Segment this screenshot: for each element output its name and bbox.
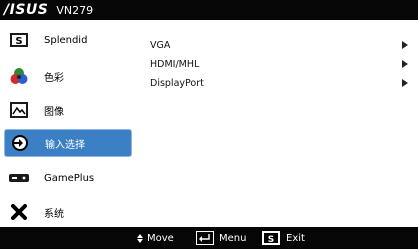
sidebar: S Splendid 色彩 图像 输入选择 GamePlus 系统 [0,20,134,227]
system-tools-icon [8,201,30,223]
option-vga[interactable]: VGA [150,36,410,54]
osd-menu: /ISUS VN279 S Splendid 色彩 图像 输入选择 GamePl… [0,0,418,249]
model-name: VN279 [56,3,94,17]
sidebar-item-system[interactable]: 系统 [8,198,132,226]
sidebar-item-input-select[interactable]: 输入选择 [4,129,132,157]
splendid-s-icon: S [8,29,30,51]
sidebar-item-label: 色彩 [44,72,64,84]
sidebar-item-label: GamePlus [44,172,95,184]
options-panel: VGA HDMI/MHL DisplayPort [136,20,418,227]
up-down-arrows-icon [137,233,143,243]
osd-header: /ISUS VN279 [0,0,418,20]
svg-text:S: S [268,235,274,245]
sidebar-item-label: 图像 [44,106,64,118]
sidebar-item-gameplus[interactable]: GamePlus [8,164,132,192]
option-label: VGA [150,39,171,51]
menu-label: Menu [219,232,247,244]
color-icon [8,65,30,87]
image-icon [8,99,30,121]
splendid-s-icon: S [262,231,280,245]
menu-hint[interactable]: Menu [196,227,246,249]
option-label: HDMI/MHL [150,58,200,70]
option-hdmi-mhl[interactable]: HDMI/MHL [150,55,410,73]
move-hint[interactable]: Move [137,227,174,249]
sidebar-item-splendid[interactable]: S Splendid [8,26,132,54]
chevron-right-icon [402,41,408,49]
sidebar-item-label: 系统 [44,208,64,220]
sidebar-item-label: 输入选择 [45,139,85,151]
svg-text:S: S [15,36,22,47]
enter-key-icon [196,231,214,245]
sidebar-item-color[interactable]: 色彩 [8,62,132,90]
sidebar-item-label: Splendid [44,34,88,46]
option-displayport[interactable]: DisplayPort [150,74,410,92]
gameplus-icon [8,167,30,189]
exit-hint[interactable]: S Exit [262,227,305,249]
input-select-icon [9,132,31,154]
chevron-right-icon [402,79,408,87]
move-label: Move [147,232,174,244]
chevron-right-icon [402,60,408,68]
sidebar-item-image[interactable]: 图像 [8,96,132,124]
option-label: DisplayPort [150,77,204,89]
exit-label: Exit [286,232,305,244]
brand-logo: /ISUS [4,2,49,18]
osd-footer: Move Menu S Exit [0,227,418,249]
